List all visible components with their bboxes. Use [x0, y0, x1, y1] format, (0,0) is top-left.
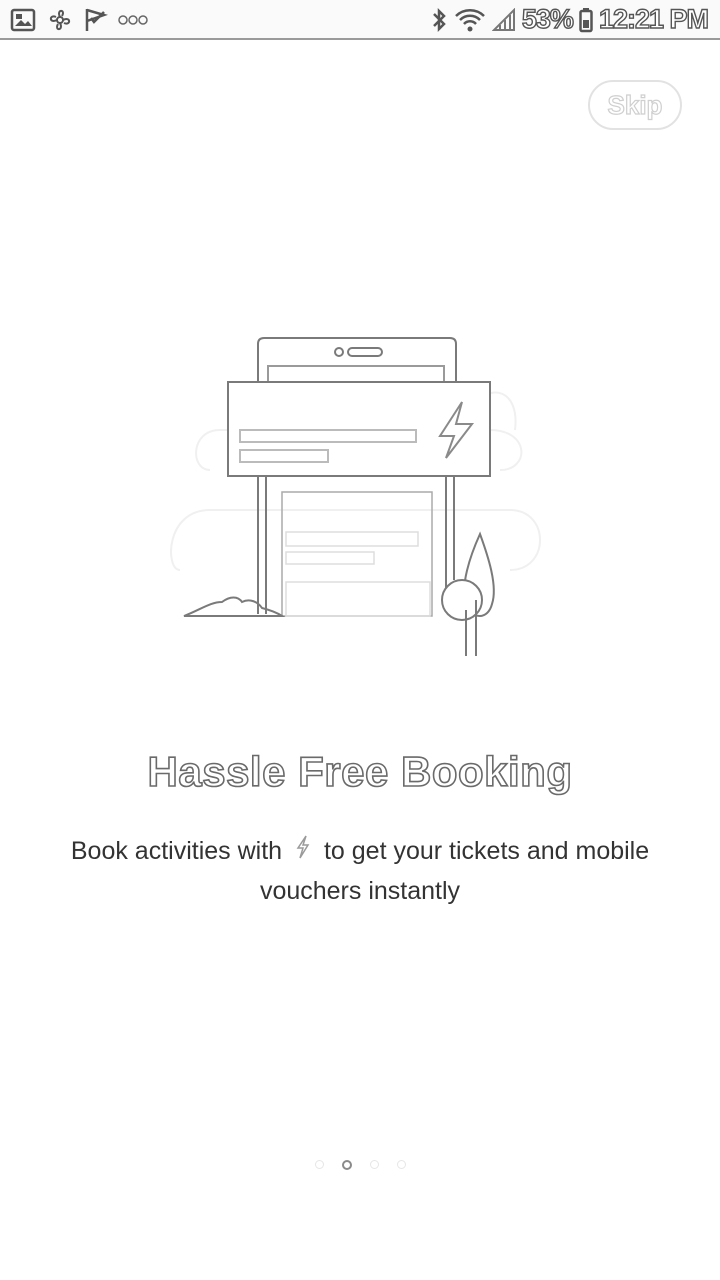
description-text-start: Book activities with	[70, 837, 283, 865]
checkmark-flag-icon	[84, 7, 108, 33]
bluetooth-icon	[430, 6, 448, 34]
status-system-icons: 53% 12:21 PM	[430, 3, 710, 35]
page-dot-4[interactable]	[396, 1160, 406, 1169]
skip-button-label: Skip	[607, 89, 663, 120]
skip-button[interactable]: Skip	[588, 80, 682, 130]
battery-percent: 53%	[521, 3, 574, 34]
description-text-end: to get your tickets and mobile vouchers …	[259, 837, 650, 905]
wifi-icon	[454, 7, 486, 33]
page-dot-2-active[interactable]	[341, 1160, 352, 1170]
gallery-icon	[10, 8, 36, 32]
ticket-banner	[227, 381, 491, 477]
more-dots-icon	[118, 14, 148, 26]
pinwheel-icon	[46, 7, 74, 33]
page-indicator	[0, 1160, 720, 1170]
tree	[441, 531, 495, 656]
page-dot-3[interactable]	[369, 1160, 379, 1169]
clock: 12:21 PM	[598, 3, 709, 34]
lightning-bolt-icon	[295, 833, 311, 872]
ground-mound	[183, 596, 286, 617]
status-notification-icons	[10, 7, 148, 33]
signal-icon	[491, 7, 516, 32]
onboarding-screen: 53% 12:21 PM Skip Hassle Free Booking Bo…	[0, 0, 720, 1280]
booking-kiosk-illustration	[170, 330, 550, 670]
onboarding-title: Hassle Free Booking	[147, 747, 573, 796]
onboarding-description: Book activities with to get your tickets…	[60, 832, 660, 911]
status-bar: 53% 12:21 PM	[0, 0, 720, 40]
battery-icon	[579, 7, 593, 33]
page-dot-1[interactable]	[314, 1160, 324, 1169]
